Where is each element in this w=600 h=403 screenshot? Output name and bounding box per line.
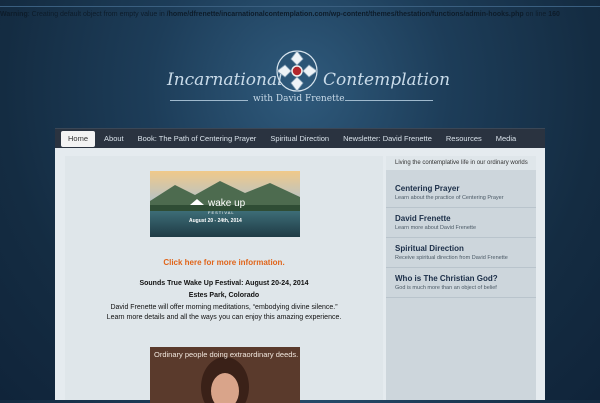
nav-item-book[interactable]: Book: The Path of Centering Prayer — [131, 129, 264, 149]
sidebar-item-centering-prayer[interactable]: Centering Prayer Learn about the practic… — [386, 178, 536, 208]
warning-label: Warning — [0, 11, 28, 18]
nav-item-media[interactable]: Media — [489, 129, 523, 149]
festival-location: Estes Park, Colorado — [188, 292, 260, 299]
php-warning: Warning: Creating default object from em… — [0, 8, 600, 22]
main-column: wake up FESTIVAL August 20 - 24th, 2014 … — [65, 156, 383, 403]
top-rule — [0, 6, 600, 7]
sidebar-item-title: Spiritual Direction — [395, 244, 464, 253]
page-content: wake up FESTIVAL August 20 - 24th, 2014 … — [55, 148, 545, 403]
sidebar-item-title: Centering Prayer — [395, 184, 460, 193]
banner-dates: August 20 - 24th, 2014 — [189, 218, 242, 224]
banner-festival-text: FESTIVAL — [208, 210, 235, 215]
sidebar-item-desc: Learn about the practice of Centering Pr… — [395, 195, 504, 201]
sidebar-item-christian-god[interactable]: Who is The Christian God? God is much mo… — [386, 268, 536, 298]
sidebar-item-title: Who is The Christian God? — [395, 274, 498, 283]
festival-title: Sounds True Wake Up Festival: August 20-… — [139, 280, 309, 287]
sidebar: Living the contemplative life in our ord… — [386, 156, 536, 400]
sidebar-item-spiritual-direction[interactable]: Spiritual Direction Receive spiritual di… — [386, 238, 536, 268]
nav-item-about[interactable]: About — [97, 129, 131, 149]
festival-description-1: David Frenette will offer morning medita… — [110, 304, 338, 311]
warning-line: 160 — [548, 11, 560, 18]
warning-path: /home/dfrenette/incarnationalcontemplati… — [166, 11, 524, 18]
logo-rule-right — [345, 100, 433, 101]
banner-logo-text: wake up — [208, 198, 246, 209]
main-nav: Home About Book: The Path of Centering P… — [55, 128, 545, 149]
nav-item-resources[interactable]: Resources — [439, 129, 489, 149]
portrait-photo[interactable]: Ordinary people doing extraordinary deed… — [150, 347, 300, 403]
logo-left-text: Incarnational — [167, 70, 283, 90]
celtic-cross-icon — [276, 50, 318, 92]
sidebar-item-david-frenette[interactable]: David Frenette Learn more about David Fr… — [386, 208, 536, 238]
sidebar-item-desc: God is much more than an object of belie… — [395, 285, 497, 291]
logo-rule-left — [170, 100, 248, 101]
nav-item-spiritual-direction[interactable]: Spiritual Direction — [263, 129, 336, 149]
festival-description-2: Learn more details and all the ways you … — [106, 314, 342, 321]
warning-message: : Creating default object from empty val… — [27, 11, 165, 18]
sidebar-item-title: David Frenette — [395, 214, 451, 223]
festival-banner[interactable]: wake up FESTIVAL August 20 - 24th, 2014 — [150, 171, 300, 237]
sidebar-item-desc: Receive spiritual direction from David F… — [395, 255, 508, 261]
photo-caption: Ordinary people doing extraordinary deed… — [154, 350, 299, 359]
warning-line-prefix: on line — [525, 11, 547, 18]
site-logo[interactable]: Incarnational Contemplation with David F… — [0, 45, 600, 115]
more-info-link[interactable]: Click here for more information. — [65, 258, 383, 267]
nav-item-home[interactable]: Home — [61, 131, 96, 147]
logo-right-text: Contemplation — [323, 70, 451, 90]
sidebar-tagline: Living the contemplative life in our ord… — [386, 156, 536, 170]
logo-subtitle: with David Frenette — [253, 94, 345, 104]
nav-item-newsletter[interactable]: Newsletter: David Frenette — [336, 129, 439, 149]
sidebar-item-desc: Learn more about David Frenette — [395, 225, 477, 231]
